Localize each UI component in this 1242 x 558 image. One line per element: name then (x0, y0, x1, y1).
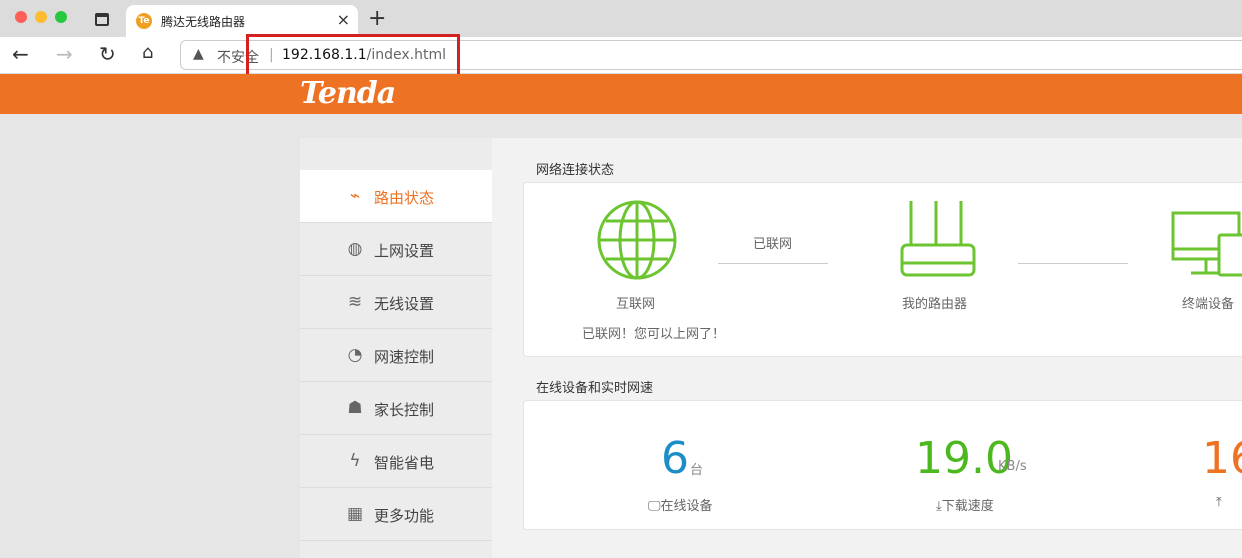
wifi-icon: ≋ (347, 292, 363, 312)
tenda-favicon-icon: Te (136, 13, 152, 29)
sidebar-item-parental-control[interactable]: ☗ 家长控制 (300, 382, 492, 435)
router-label: 我的路由器 (902, 297, 968, 312)
reload-icon[interactable]: ↻ (99, 42, 116, 66)
sidebar-item-more-features[interactable]: ▦ 更多功能 (300, 488, 492, 541)
sidebar-item-power-save[interactable]: ϟ 智能省电 (300, 435, 492, 488)
network-status-card: 互联网 已联网！您可以上网了！ 已联网 我的路由器 终端设备 (523, 182, 1242, 357)
family-icon: ☗ (347, 398, 363, 418)
download-unit: KB/s (998, 459, 1027, 474)
main-content: 网络连接状态 互联网 已联网！您可以上网了！ 已联网 我的路由器 终端设备 在线… (492, 138, 1242, 558)
back-icon[interactable]: ← (12, 42, 29, 66)
tab-title: 腾达无线路由器 (161, 15, 246, 29)
sidebar-item-wireless-settings[interactable]: ≋ 无线设置 (300, 276, 492, 329)
tab-bar: Te 腾达无线路由器 × + (0, 0, 1242, 37)
sidebar: ⌁ 路由状态 ◍ 上网设置 ≋ 无线设置 ◔ 网速控制 ☗ 家长控制 ϟ 智能省电 ▦ 更多功… (300, 138, 492, 558)
sidebar-item-internet-settings[interactable]: ◍ 上网设置 (300, 223, 492, 276)
pulse-icon: ⌁ (349, 186, 361, 206)
warning-icon: ▲ (193, 46, 204, 62)
sidebar-item-label: 智能省电 (374, 454, 435, 472)
devices-icon (1171, 211, 1242, 277)
globe-icon: ◍ (347, 239, 363, 259)
minimize-window-button[interactable] (35, 11, 47, 23)
section-title: 在线设备和实时网速 (536, 381, 654, 396)
home-icon[interactable]: ⌂ (142, 42, 153, 63)
link-line (718, 263, 828, 264)
internet-label: 互联网 (616, 297, 656, 312)
router-icon (900, 201, 976, 277)
online-devices-label: 🖵在线设备 (648, 499, 713, 514)
sidebar-item-label: 路由状态 (374, 189, 435, 207)
online-unit: 台 (690, 463, 704, 478)
link-status: 已联网 (753, 237, 793, 252)
address-bar-row: ← → ↻ ⌂ ▲ 不安全 | 192.168.1.1/index.html (0, 37, 1242, 74)
power-save-icon: ϟ (349, 451, 361, 471)
sidebar-item-speed-control[interactable]: ◔ 网速控制 (300, 329, 492, 382)
sidebar-item-label: 网速控制 (374, 348, 435, 366)
section-title: 网络连接状态 (536, 163, 615, 178)
globe-icon (597, 200, 677, 280)
grid-icon: ▦ (346, 504, 364, 524)
sidebar-item-label: 家长控制 (374, 401, 435, 419)
sidebar-item-router-status[interactable]: ⌁ 路由状态 (300, 170, 492, 223)
close-tab-icon[interactable]: × (337, 10, 350, 29)
close-window-button[interactable] (15, 11, 27, 23)
speedometer-icon: ◔ (347, 345, 363, 365)
sidebar-item-label: 无线设置 (374, 295, 435, 313)
connected-message: 已联网！您可以上网了！ (582, 327, 726, 342)
monitor-icon: 🖵 (648, 499, 661, 514)
download-label: ⤓下载速度 (936, 499, 994, 514)
forward-icon[interactable]: → (56, 42, 73, 66)
link-line (1018, 263, 1128, 264)
devices-label: 终端设备 (1182, 297, 1235, 312)
new-tab-icon[interactable]: + (368, 6, 386, 31)
tab-sidebar-icon[interactable] (95, 13, 109, 26)
browser-tab[interactable]: Te 腾达无线路由器 × (126, 5, 358, 37)
upload-icon: ⤒ (1216, 495, 1222, 510)
sidebar-item-label: 更多功能 (374, 507, 435, 525)
online-count: 6 (661, 433, 689, 484)
upload-speed: 16 (1202, 433, 1242, 484)
tenda-header: Tenda (0, 74, 1242, 114)
highlight-box (246, 34, 460, 78)
sidebar-item-label: 上网设置 (374, 242, 435, 260)
tenda-logo: Tenda (300, 76, 396, 111)
maximize-window-button[interactable] (55, 11, 67, 23)
realtime-card: 6 台 🖵在线设备 19.0 KB/s ⤓下载速度 16 ⤒ (523, 400, 1242, 530)
